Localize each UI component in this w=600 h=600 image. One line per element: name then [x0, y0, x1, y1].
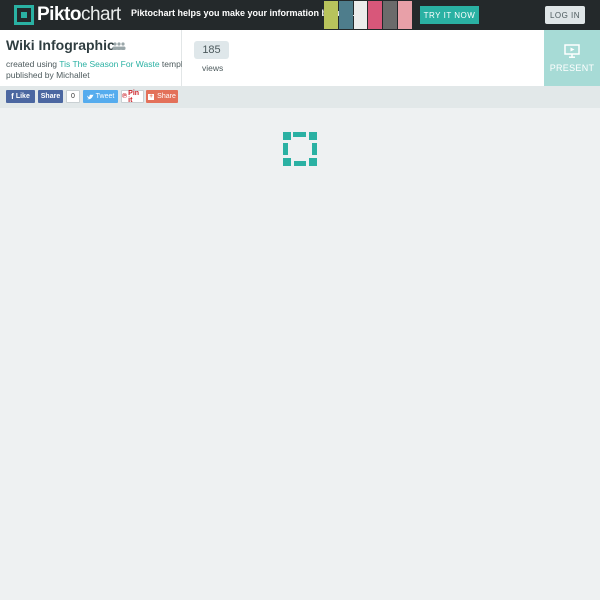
template-thumbnail	[398, 1, 412, 29]
template-thumbnail	[353, 1, 368, 29]
piktochart-logo-icon	[14, 5, 34, 25]
google-plus-icon: +	[148, 93, 155, 100]
created-using-text: created using Tis The Season For Waste t…	[6, 59, 195, 69]
template-thumbnail	[383, 1, 398, 29]
template-thumbnails[interactable]	[324, 1, 412, 29]
logo-text-bold: Pikto	[37, 4, 81, 25]
template-link[interactable]: Tis The Season For Waste	[59, 59, 159, 69]
infographic-content-area	[0, 108, 600, 600]
twitter-icon	[86, 94, 94, 99]
stats-panel: 185 views	[182, 30, 544, 86]
tweet-button[interactable]: Tweet	[83, 90, 118, 103]
infographic-info-panel: Wiki Infographic created using Tis The S…	[0, 30, 195, 86]
people-icon	[112, 42, 126, 50]
facebook-share-button[interactable]: Share	[38, 90, 63, 103]
pinterest-label: Pin it	[128, 89, 140, 104]
facebook-like-button[interactable]: f Like	[6, 90, 35, 103]
facebook-icon: f	[11, 92, 14, 101]
social-share-bar: f Like Share 0 Tweet ℗ Pin it + Share	[0, 86, 600, 108]
template-thumbnail	[368, 1, 383, 29]
views-count: 185	[194, 41, 229, 59]
piktochart-logo[interactable]: Piktochart	[14, 4, 121, 26]
views-label: views	[202, 63, 224, 73]
top-navigation-bar: Piktochart Piktochart helps you make you…	[0, 0, 600, 30]
login-button[interactable]: LOG IN	[545, 6, 585, 24]
present-button[interactable]: PRESENT	[544, 30, 600, 86]
loading-spinner-icon	[283, 132, 317, 166]
pinterest-icon: ℗	[122, 93, 128, 100]
tweet-label: Tweet	[95, 93, 115, 100]
created-prefix: created using	[6, 59, 60, 69]
logo-text-light: chart	[80, 4, 121, 25]
google-share-button[interactable]: + Share	[146, 90, 178, 103]
google-share-label: Share	[157, 93, 176, 100]
published-by-text: published by Michallet	[6, 70, 90, 80]
share-count: 0	[66, 90, 80, 103]
logo-text: Piktochart	[37, 4, 121, 26]
present-label: PRESENT	[549, 63, 595, 73]
template-thumbnail	[338, 1, 353, 29]
template-thumbnail	[324, 1, 338, 29]
try-it-now-button[interactable]: TRY IT NOW	[420, 6, 479, 24]
present-screen-icon	[564, 44, 580, 58]
facebook-like-label: Like	[15, 93, 30, 100]
pinterest-button[interactable]: ℗ Pin it	[121, 89, 144, 104]
page-title: Wiki Infographic	[6, 37, 115, 53]
